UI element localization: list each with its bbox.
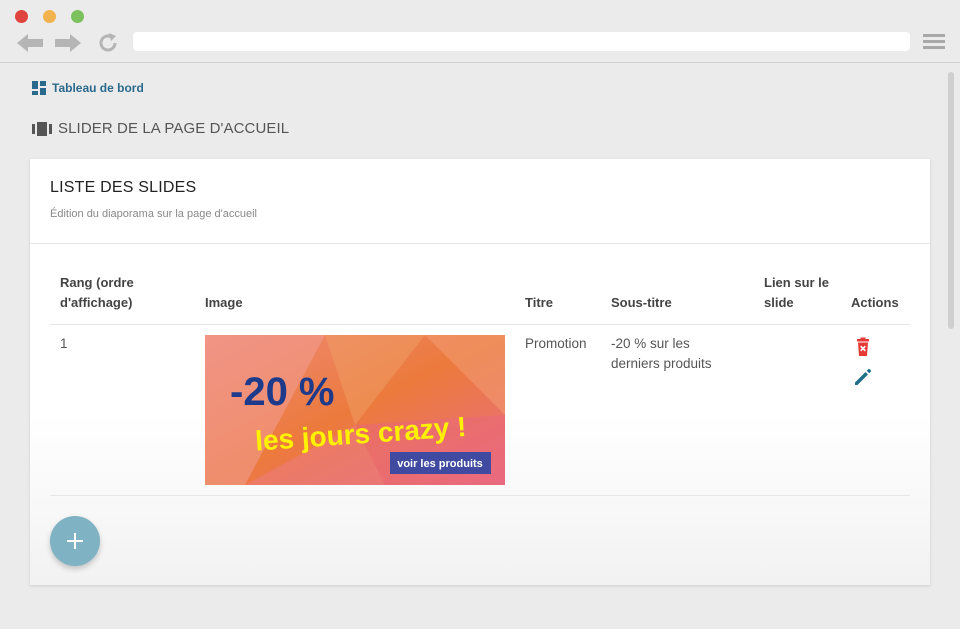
row-subtitle-line1: -20 % sur les — [611, 336, 690, 351]
column-header-rank-line1: Rang (ordre — [60, 275, 134, 290]
close-window-button[interactable] — [15, 10, 28, 23]
column-header-subtitle: Sous-titre — [611, 295, 672, 310]
table-header-divider — [50, 324, 910, 325]
slide-image: -20 % les jours crazy ! voir les produit… — [205, 335, 505, 485]
row-title: Promotion — [525, 336, 587, 351]
maximize-window-button[interactable] — [71, 10, 84, 23]
column-header-title: Titre — [525, 295, 553, 310]
browser-chrome — [0, 0, 960, 63]
back-arrow-icon[interactable] — [15, 31, 45, 55]
column-header-actions: Actions — [851, 295, 899, 310]
column-header-link-line2: slide — [764, 295, 794, 310]
trash-icon[interactable] — [853, 337, 873, 357]
add-slide-button[interactable] — [50, 516, 100, 566]
row-subtitle: -20 % sur les derniers produits — [611, 334, 712, 374]
card-subtitle: Édition du diaporama sur la page d'accue… — [50, 208, 257, 220]
dashboard-icon — [32, 81, 46, 95]
slider-icon — [32, 121, 52, 136]
slide-cta-button: voir les produits — [397, 458, 483, 470]
address-bar[interactable] — [133, 32, 910, 51]
plus-icon — [67, 533, 83, 549]
slide-headline: -20 % — [230, 370, 335, 414]
page-scrollbar[interactable] — [948, 72, 954, 329]
forward-arrow-icon[interactable] — [53, 31, 83, 55]
column-header-rank-line2: d'affichage) — [60, 295, 133, 310]
column-header-link: Lien sur le slide — [764, 273, 829, 313]
page-title: SLIDER DE LA PAGE D'ACCUEIL — [32, 120, 289, 137]
browser-menu-icon[interactable] — [923, 34, 945, 50]
row-subtitle-line2: derniers produits — [611, 356, 712, 371]
table-row-divider — [50, 495, 910, 496]
row-rank: 1 — [60, 336, 68, 351]
column-header-rank: Rang (ordre d'affichage) — [60, 273, 134, 313]
page-title-text: SLIDER DE LA PAGE D'ACCUEIL — [58, 120, 290, 137]
reload-icon[interactable] — [96, 31, 120, 55]
slides-card: LISTE DES SLIDES Édition du diaporama su… — [30, 159, 930, 585]
breadcrumb-label[interactable]: Tableau de bord — [52, 81, 144, 95]
minimize-window-button[interactable] — [43, 10, 56, 23]
breadcrumb[interactable]: Tableau de bord — [32, 81, 144, 95]
card-header: LISTE DES SLIDES Édition du diaporama su… — [30, 159, 930, 244]
card-title: LISTE DES SLIDES — [50, 179, 197, 196]
pencil-icon[interactable] — [853, 367, 873, 387]
column-header-image: Image — [205, 295, 243, 310]
column-header-link-line1: Lien sur le — [764, 275, 830, 290]
